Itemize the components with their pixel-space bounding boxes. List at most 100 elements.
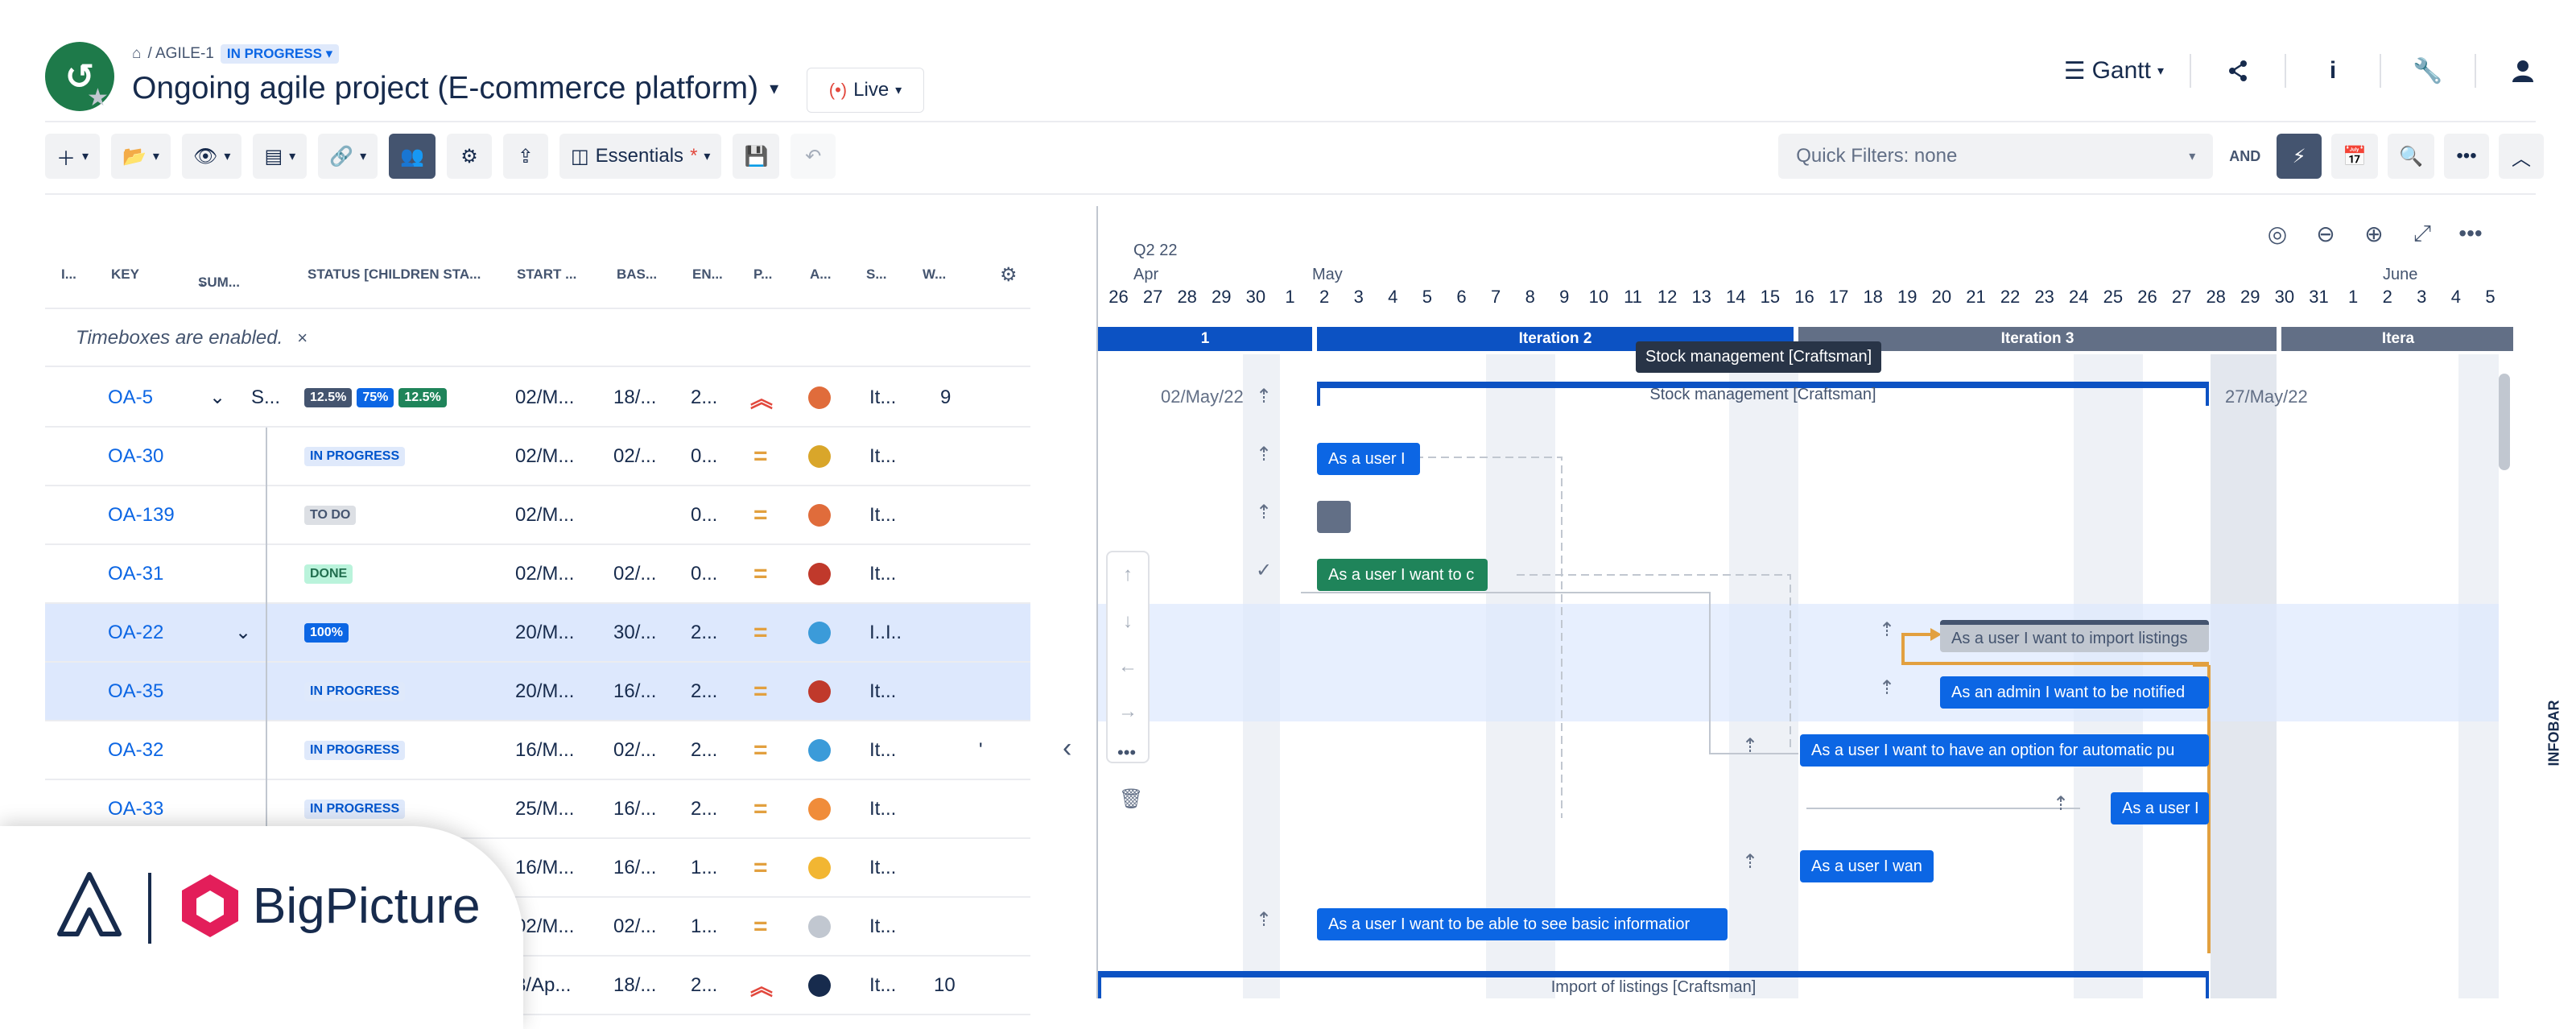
column-header-key[interactable]: KEY [111, 267, 139, 283]
save-button[interactable]: 💾 [733, 134, 780, 179]
search-button[interactable]: 🔍 [2388, 134, 2434, 179]
page-title[interactable]: Ongoing agile project (E-commerce platfo… [132, 71, 778, 106]
upload-icon[interactable]: ⇡ [1742, 850, 1758, 874]
add-button[interactable]: ＋ ▾ [45, 134, 101, 179]
summary-bar[interactable]: Import of listings [Craftsman] [1098, 971, 2209, 998]
close-icon[interactable]: × [297, 328, 308, 349]
table-row[interactable]: OA-5 ⌄ S... 12.5% 75% 12.5% 02/M... 18/.… [45, 369, 1030, 428]
chevron-down-icon: ▾ [2189, 150, 2196, 163]
team-button[interactable]: 👥 [389, 134, 436, 179]
column-header-assignee[interactable]: A... [810, 267, 831, 283]
avatar [808, 721, 831, 779]
task-bar[interactable]: As a user I wan [1800, 850, 1934, 882]
and-toggle[interactable]: AND [2223, 148, 2267, 165]
settings-button[interactable]: ⚙ [446, 134, 492, 179]
wrench-icon[interactable]: 🔧 [2407, 50, 2449, 92]
chevron-left-icon[interactable]: ‹ [1063, 733, 1071, 764]
share-icon[interactable] [2217, 50, 2259, 92]
task-bar[interactable] [1317, 501, 1351, 533]
more-horizontal-icon[interactable]: ••• [1117, 742, 1136, 763]
column-header-priority[interactable]: P... [753, 267, 772, 283]
task-bar[interactable]: As a user I [1317, 443, 1420, 475]
task-bar[interactable]: As a user I [2111, 792, 2209, 824]
table-row[interactable]: OA-139 TO DO 02/M... 0... = It... [45, 486, 1030, 545]
view-switcher-button[interactable]: ☰ Gantt ▾ [2064, 57, 2164, 85]
gear-icon[interactable]: ⚙ [1000, 263, 1018, 287]
issue-key[interactable]: OA-31 [108, 545, 163, 602]
lightning-button[interactable]: ⚡ [2277, 134, 2322, 179]
more-button[interactable]: ••• [2444, 134, 2489, 179]
dependencies-button[interactable]: 🔗 ▾ [318, 134, 378, 179]
calendar-button[interactable]: 📅 [2331, 134, 2379, 179]
column-header[interactable]: I... [61, 267, 76, 283]
expand-chevron-icon[interactable]: ⌄ [235, 604, 251, 661]
table-row[interactable]: OA-22 ⌄ 100% 20/M... 30/... 2... = I..I.… [45, 604, 1030, 663]
favorite-star-icon[interactable]: ★ [87, 84, 109, 112]
expand-chevron-icon[interactable]: ⌄ [209, 369, 225, 426]
issue-key[interactable]: OA-35 [108, 663, 163, 720]
collapse-toolbar-button[interactable]: ︿ [2499, 134, 2544, 179]
column-header-sprint[interactable]: S... [866, 267, 887, 283]
issue-key[interactable]: OA-139 [108, 486, 175, 543]
gantt-chart[interactable]: ◎ ⊖ ⊕ ⤢ ••• Q2 22 Apr May June 26 27 28 29 3… [1098, 206, 2513, 998]
home-icon[interactable]: ⌂ [132, 45, 141, 63]
priority-medium-icon: = [753, 442, 768, 469]
visibility-button[interactable]: 👁 ▾ [181, 134, 242, 179]
priority-medium-icon: = [753, 853, 768, 881]
issue-key[interactable]: OA-5 [108, 369, 153, 426]
arrow-right-icon[interactable]: → [1108, 700, 1148, 723]
avatar [808, 545, 831, 602]
upload-icon[interactable]: ⇡ [1879, 618, 1895, 642]
task-bar[interactable]: As a user I want to import listings [1940, 620, 2209, 652]
issue-key[interactable]: OA-32 [108, 721, 163, 779]
column-header-end[interactable]: EN... [692, 267, 723, 283]
trash-icon[interactable]: 🗑 [1119, 787, 1143, 811]
infobar-tab[interactable]: INFOBAR [2546, 700, 2563, 767]
tree-connector [266, 486, 267, 545]
export-button[interactable]: ⇪ [502, 134, 548, 179]
folder-button[interactable]: 📂 ▾ [111, 134, 171, 179]
upload-icon[interactable]: ⇡ [1879, 676, 1895, 700]
upload-icon[interactable]: ⇡ [1742, 734, 1758, 758]
task-bar[interactable]: As an admin I want to be notified [1940, 676, 2209, 709]
column-header-baseline[interactable]: BAS... [617, 267, 657, 283]
arrow-down-icon[interactable]: ↓ [1108, 610, 1148, 633]
breadcrumb-project[interactable]: / AGILE-1 [147, 45, 213, 63]
project-status-badge[interactable]: IN PROGRESS ▾ [220, 44, 340, 64]
priority-high-icon: ︽ [750, 386, 774, 411]
vertical-scrollbar[interactable] [2499, 374, 2510, 470]
arrow-left-icon[interactable]: ← [1108, 655, 1148, 678]
timebox-message: Timeboxes are enabled. × [45, 311, 1030, 367]
task-bar[interactable]: As a user I want to have an option for a… [1800, 734, 2209, 767]
table-row[interactable]: OA-31 DONE 02/M... 02/... 0... = It... [45, 545, 1030, 604]
upload-icon[interactable]: ⇡ [1256, 443, 1272, 466]
column-header-work[interactable]: W... [923, 267, 946, 283]
table-row[interactable]: OA-35 IN PROGRESS 20/M... 16/... 2... = … [45, 663, 1030, 721]
task-bar[interactable]: As a user I want to c [1317, 559, 1488, 591]
avatar [808, 839, 831, 896]
table-row[interactable]: OA-32 IN PROGRESS 16/M... 02/... 2... = … [45, 721, 1030, 780]
upload-icon: ⇪ [517, 145, 535, 167]
arrow-up-icon[interactable]: ↑ [1108, 564, 1148, 586]
quick-filters-dropdown[interactable]: Quick Filters: none ▾ [1778, 134, 2214, 179]
priority-medium-icon: = [753, 560, 768, 587]
avatar [808, 428, 831, 485]
column-header-start[interactable]: START ... [517, 267, 576, 283]
column-header-status[interactable]: STATUS [CHILDREN STA... [308, 267, 481, 283]
upload-icon[interactable]: ⇡ [1256, 501, 1272, 524]
layout-button[interactable]: ▤ ▾ [253, 134, 308, 179]
priority-high-icon: ︽ [750, 973, 774, 999]
undo-button[interactable]: ↶ [791, 134, 836, 179]
issue-key[interactable]: OA-30 [108, 428, 163, 485]
task-bar[interactable]: As a user I want to be able to see basic… [1317, 908, 1728, 940]
issue-key[interactable]: OA-22 [108, 604, 163, 661]
upload-icon[interactable]: ⇡ [2053, 792, 2069, 816]
info-icon[interactable]: i [2312, 50, 2354, 92]
table-row[interactable]: OA-30 IN PROGRESS 02/M... 02/... 0... = … [45, 428, 1030, 486]
people-icon: 👥 [400, 145, 424, 167]
user-icon[interactable] [2502, 50, 2544, 92]
live-button[interactable]: (•) Live ▾ [807, 68, 924, 113]
upload-icon[interactable]: ⇡ [1256, 908, 1272, 932]
undo-icon: ↶ [805, 145, 822, 167]
view-preset-button[interactable]: ◫ Essentials * ▾ [559, 134, 722, 179]
